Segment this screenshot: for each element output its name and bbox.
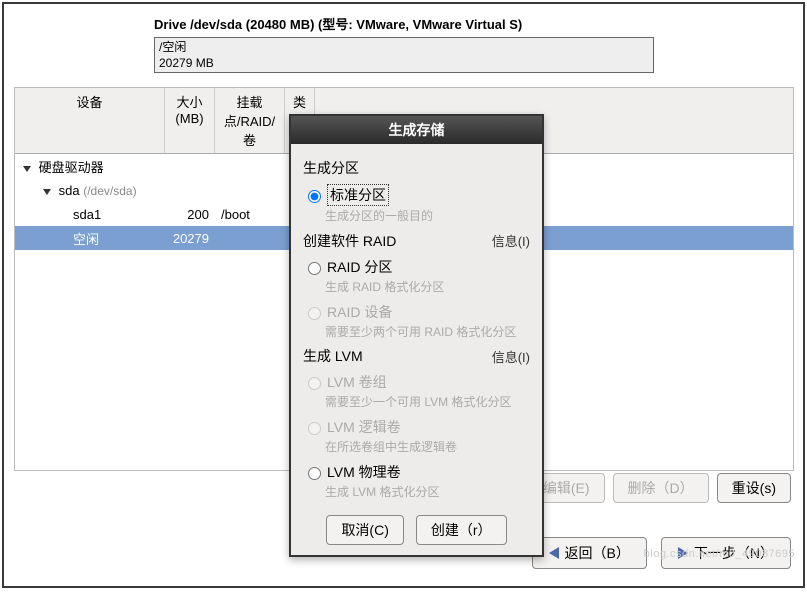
create-storage-dialog: 生成存储 生成分区 标准分区 生成分区的一般目的 创建软件 RAID 信息(I)… (289, 114, 544, 557)
option-desc: 在所选卷组中生成逻辑卷 (325, 439, 530, 456)
size-cell: 20279 (165, 231, 215, 246)
radio-lvm-vg: LVM 卷组 (303, 372, 530, 392)
mount-cell: /boot (215, 207, 285, 222)
arrow-left-icon (549, 547, 559, 559)
device-label: 空闲 (73, 232, 99, 247)
option-desc: 生成分区的一般目的 (325, 208, 530, 225)
radio-raid-device: RAID 设备 (303, 302, 530, 322)
radio-input (308, 307, 321, 320)
col-mount[interactable]: 挂载点/RAID/卷 (215, 88, 285, 153)
device-label: 硬盘驱动器 (39, 160, 104, 175)
section-raid: 创建软件 RAID 信息(I) (303, 231, 530, 251)
radio-lvm-lv: LVM 逻辑卷 (303, 417, 530, 437)
chevron-down-icon[interactable] (43, 189, 51, 195)
section-lvm: 生成 LVM 信息(I) (303, 346, 530, 366)
radio-input (308, 422, 321, 435)
dialog-cancel-button[interactable]: 取消(C) (326, 515, 403, 545)
device-label: sda (59, 183, 80, 198)
back-button[interactable]: 返回（B） (532, 537, 647, 569)
drive-bar-size: 20279 MB (159, 56, 649, 72)
chevron-down-icon[interactable] (23, 166, 31, 172)
dialog-create-button[interactable]: 创建（r） (416, 515, 507, 545)
drive-bar-label: /空闲 (159, 40, 649, 56)
radio-standard-partition[interactable]: 标准分区 (303, 184, 530, 206)
drive-title: Drive /dev/sda (20480 MB) (型号: VMware, V… (154, 14, 797, 33)
reset-button[interactable]: 重设(s) (717, 473, 791, 503)
radio-input[interactable] (308, 467, 321, 480)
radio-input (308, 377, 321, 390)
col-size[interactable]: 大小(MB) (165, 88, 215, 153)
option-desc: 生成 LVM 格式化分区 (325, 484, 530, 501)
radio-raid-partition[interactable]: RAID 分区 (303, 257, 530, 277)
device-path: (/dev/sda) (83, 184, 136, 198)
dialog-title: 生成存储 (291, 116, 542, 144)
lvm-info-link[interactable]: 信息(I) (492, 347, 530, 366)
option-desc: 生成 RAID 格式化分区 (325, 279, 530, 296)
option-desc: 需要至少两个可用 RAID 格式化分区 (325, 324, 530, 341)
radio-input[interactable] (308, 190, 321, 203)
back-label: 返回（B） (565, 543, 630, 563)
drive-usage-bar: /空闲 20279 MB (154, 37, 654, 73)
radio-input[interactable] (308, 262, 321, 275)
size-cell: 200 (165, 207, 215, 222)
option-desc: 需要至少一个可用 LVM 格式化分区 (325, 394, 530, 411)
section-create-partition: 生成分区 (303, 158, 530, 178)
radio-lvm-pv[interactable]: LVM 物理卷 (303, 462, 530, 482)
delete-button[interactable]: 删除（D） (613, 473, 709, 503)
watermark: blog.csdn.net/m0_49087695 (644, 548, 795, 560)
raid-info-link[interactable]: 信息(I) (492, 231, 530, 250)
device-label: sda1 (73, 207, 101, 222)
col-device[interactable]: 设备 (15, 88, 165, 153)
